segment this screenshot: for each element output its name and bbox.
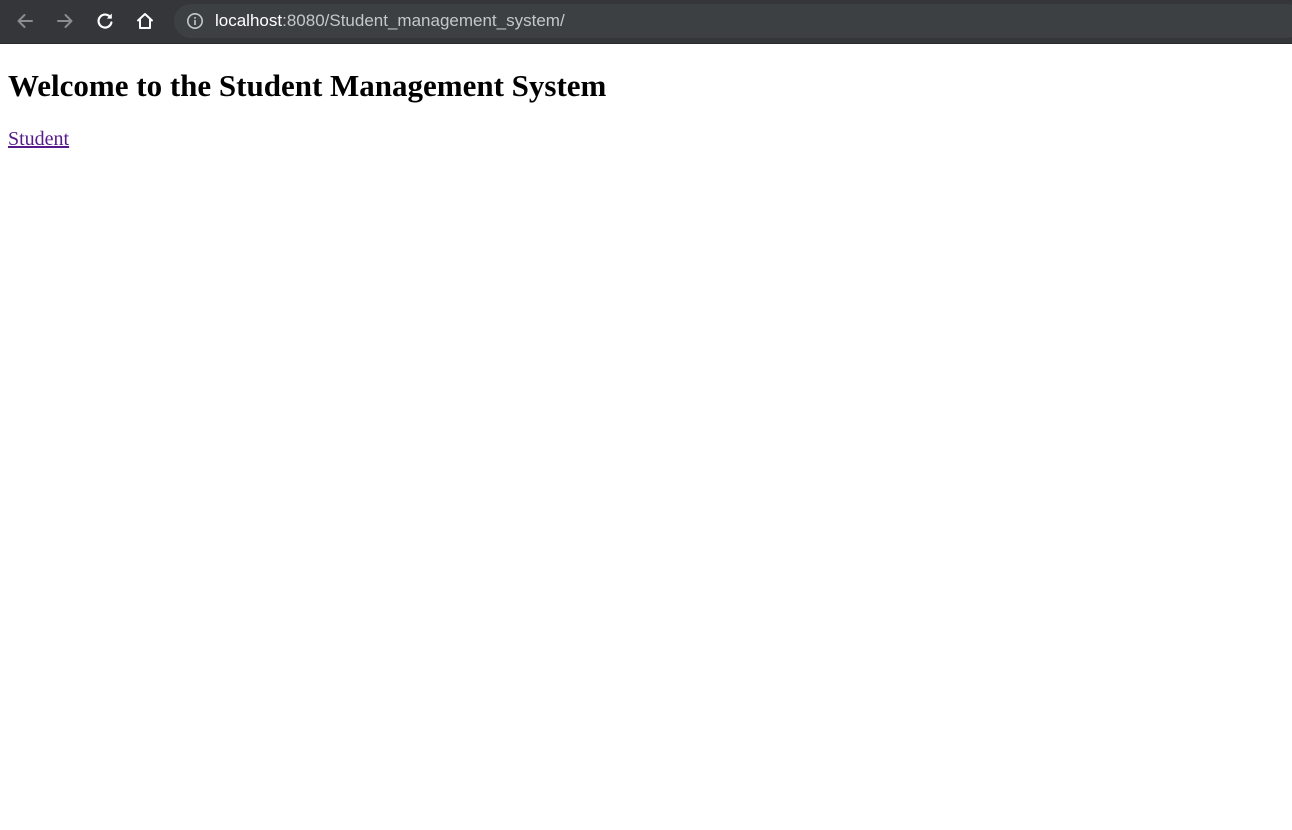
home-button[interactable] — [129, 6, 161, 36]
page-title: Welcome to the Student Management System — [8, 68, 607, 103]
forward-button[interactable] — [49, 6, 81, 36]
page-content: Welcome to the Student Management System… — [0, 44, 1292, 830]
student-link[interactable]: Student — [8, 127, 69, 151]
address-bar[interactable]: localhost:8080/Student_management_system… — [174, 4, 1292, 38]
forward-icon — [57, 14, 73, 28]
url-host: localhost — [215, 11, 283, 30]
back-icon — [17, 14, 33, 28]
reload-button[interactable] — [89, 6, 121, 36]
url-text[interactable]: localhost:8080/Student_management_system… — [215, 11, 565, 31]
browser-toolbar: localhost:8080/Student_management_system… — [0, 0, 1292, 44]
reload-icon — [97, 13, 113, 29]
back-button[interactable] — [9, 6, 41, 36]
site-info-icon[interactable] — [186, 12, 204, 30]
home-icon — [137, 13, 153, 29]
url-path: :8080/Student_management_system/ — [282, 11, 565, 30]
